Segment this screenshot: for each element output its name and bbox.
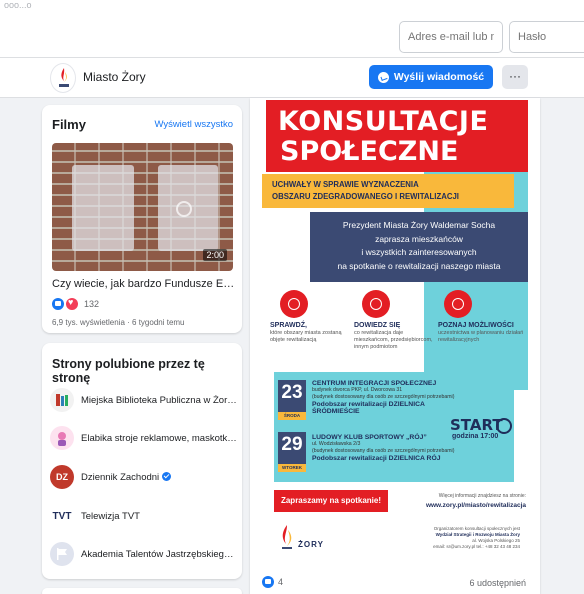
dziennik-avatar: DZ xyxy=(50,465,74,489)
video-title[interactable]: Czy wiecie, jak bardzo Fundusze Europej.… xyxy=(52,278,238,290)
stopwatch-icon xyxy=(496,418,512,434)
poster-invite-block: Prezydent Miasta Żory Waldemar Socha zap… xyxy=(310,212,528,282)
poster-column-learn: DOWIEDZ SIĘ co rewitalizacja daje mieszk… xyxy=(354,322,434,351)
event-date: 23 ŚRODA xyxy=(278,380,306,420)
poster-title-line2: SPOŁECZNE xyxy=(280,136,459,167)
page-header: Miasto Żory Wyślij wiadomość ··· xyxy=(0,58,584,98)
event-details: LUDOWY KLUB SPORTOWY „RÓJ” ul. Wodzisław… xyxy=(312,434,472,462)
liked-page-item[interactable]: Akademia Talentów Jastrzębskiego W... xyxy=(50,540,238,568)
liked-page-item[interactable]: Miejska Biblioteka Publiczna w Żorach xyxy=(50,386,238,414)
event-weekday: WTOREK xyxy=(278,464,306,472)
liked-pages-card: Strony polubione przez tę stronę Miejska… xyxy=(42,343,242,579)
poster-invite-line1: Prezydent Miasta Żory Waldemar Socha xyxy=(342,220,496,230)
see-all-videos-link[interactable]: Wyświetl wszystko xyxy=(154,119,233,130)
elabika-avatar xyxy=(50,426,74,450)
poster-footer: ŻORY Organizatorem konsultacji społeczny… xyxy=(262,518,528,568)
organizer-info: Organizatorem konsultacji społecznych je… xyxy=(433,526,520,549)
poster-invite-line2: zaprasza mieszkańców xyxy=(375,234,463,244)
video-thumbnail[interactable]: 2:00 xyxy=(52,143,233,271)
zory-logo-icon xyxy=(59,68,69,87)
more-options-button[interactable]: ··· xyxy=(502,65,528,89)
video-reactions[interactable]: 132 xyxy=(52,297,100,310)
post-card: KONSULTACJE SPOŁECZNE UCHWAŁY W SPRAWIE … xyxy=(250,98,540,594)
top-login-bar: ooo...o xyxy=(0,0,584,58)
liked-page-name: Telewizja TVT xyxy=(81,510,140,522)
library-avatar xyxy=(50,388,74,412)
lightbulb-icon xyxy=(444,290,472,318)
column-title: SPRAWDŹ, xyxy=(270,322,307,329)
start-time: godzina 17:00 xyxy=(452,433,499,440)
column-title: POZNAJ MOŻLIWOŚCI xyxy=(438,322,514,329)
event-place: CENTRUM INTEGRACJI SPOŁECZNEJ xyxy=(312,380,437,387)
flag-icon xyxy=(57,548,67,560)
corner-text: ooo...o xyxy=(4,0,32,10)
akademia-avatar xyxy=(50,542,74,566)
column-title: DOWIEDZ SIĘ xyxy=(354,322,401,329)
liked-pages-heading: Strony polubione przez tę stronę xyxy=(52,357,205,385)
love-reaction-icon xyxy=(66,297,78,310)
verified-badge-icon xyxy=(162,472,172,482)
like-reaction-icon xyxy=(262,576,274,588)
event-date: 29 WTOREK xyxy=(278,432,306,472)
more-info-url: www.zory.pl/miasto/rewitalizacja xyxy=(425,502,526,509)
tvt-avatar: TVT xyxy=(50,504,74,528)
poster-events-block: 23 ŚRODA CENTRUM INTEGRACJI SPOŁECZNEJ b… xyxy=(274,372,514,482)
magnifier-icon xyxy=(280,290,308,318)
plaque-left xyxy=(72,165,134,251)
mascot-icon xyxy=(58,432,66,446)
liked-page-name: Miejska Biblioteka Publiczna w Żorach xyxy=(81,394,238,406)
start-label: START xyxy=(450,416,503,434)
reaction-count: 132 xyxy=(84,299,100,309)
liked-page-item[interactable]: DZ Dziennik Zachodni xyxy=(50,463,238,491)
post-share-count[interactable]: 6 udostępnień xyxy=(469,578,526,588)
email-field[interactable] xyxy=(399,21,503,53)
poster-band: UCHWAŁY W SPRAWIE WYZNACZENIA OBSZARU ZD… xyxy=(262,174,514,208)
send-message-button[interactable]: Wyślij wiadomość xyxy=(369,65,493,89)
zory-flame-logo-icon xyxy=(282,525,292,549)
poster-invite-line3: i wszystkich zainteresowanych xyxy=(361,247,477,257)
liked-page-item[interactable]: Elabika stroje reklamowe, maskotki re... xyxy=(50,424,238,452)
password-field[interactable] xyxy=(509,21,584,53)
column-desc: które obszary miasta zostaną objęte rewi… xyxy=(270,330,342,343)
poster-band-line2: OBSZARU ZDEGRADOWANEGO I REWITALIZACJI xyxy=(272,192,459,201)
zory-logo-text: ŻORY xyxy=(298,540,324,549)
poster-title-line1: KONSULTACJE xyxy=(278,106,489,137)
poster-invite-line4: na spotkanie o rewitalizacji naszego mia… xyxy=(337,261,501,271)
next-card xyxy=(42,588,242,594)
post-reactions[interactable]: 4 xyxy=(262,576,283,588)
video-meta: 6,9 tys. wyświetlenia · 6 tygodni temu xyxy=(52,318,185,327)
page-avatar[interactable] xyxy=(50,63,76,93)
post-like-count: 4 xyxy=(278,577,284,587)
event-subarea: Podobszar rewitalizacji DZIELNICA RÓJ xyxy=(312,455,441,462)
videos-card: Filmy Wyświetl wszystko 2:00 Czy wiecie,… xyxy=(42,105,242,333)
messenger-icon xyxy=(377,71,389,83)
video-duration: 2:00 xyxy=(203,249,227,261)
liked-page-name: Dziennik Zachodni xyxy=(81,472,172,483)
poster-column-check: SPRAWDŹ, które obszary miasta zostaną ob… xyxy=(270,322,350,344)
column-desc: co rewitalizacja daje mieszkańcom, przed… xyxy=(354,330,433,350)
event-subarea: Podobszar rewitalizacji DZIELNICA ŚRÓDMI… xyxy=(312,401,425,415)
like-reaction-icon xyxy=(52,298,64,310)
library-logo-icon xyxy=(56,394,68,406)
send-message-label: Wyślij wiadomość xyxy=(393,71,485,83)
post-footer: 4 6 udostępnień xyxy=(250,572,540,594)
poster-column-explore: POZNAJ MOŻLIWOŚCI uczestnictwa w planowa… xyxy=(438,322,524,344)
poster-band-line1: UCHWAŁY W SPRAWIE WYZNACZENIA xyxy=(272,180,419,189)
event-accessibility: (budynek dostosowany dla osób ze szczegó… xyxy=(312,393,455,400)
liked-page-name: Elabika stroje reklamowe, maskotki re... xyxy=(81,432,238,444)
column-desc: uczestnictwa w planowaniu działań rewita… xyxy=(438,330,524,343)
videos-heading: Filmy xyxy=(52,117,86,132)
invite-banner: Zapraszamy na spotkanie! xyxy=(274,490,388,512)
page-title[interactable]: Miasto Żory xyxy=(83,70,146,84)
event-place: LUDOWY KLUB SPORTOWY „RÓJ” xyxy=(312,434,427,441)
more-info-text: Więcej informacji znajdziesz na stronie: xyxy=(438,493,526,499)
liked-page-name: Akademia Talentów Jastrzębskiego W... xyxy=(81,548,238,560)
play-icon xyxy=(176,201,192,217)
event-weekday: ŚRODA xyxy=(278,412,306,420)
chat-bubble-icon xyxy=(362,290,390,318)
liked-page-item[interactable]: TVT Telewizja TVT xyxy=(50,502,238,530)
event-accessibility: (budynek dostosowany dla osób ze szczegó… xyxy=(312,447,455,454)
post-image[interactable]: KONSULTACJE SPOŁECZNE UCHWAŁY W SPRAWIE … xyxy=(262,98,528,568)
event-details: CENTRUM INTEGRACJI SPOŁECZNEJ budynek dw… xyxy=(312,380,472,415)
